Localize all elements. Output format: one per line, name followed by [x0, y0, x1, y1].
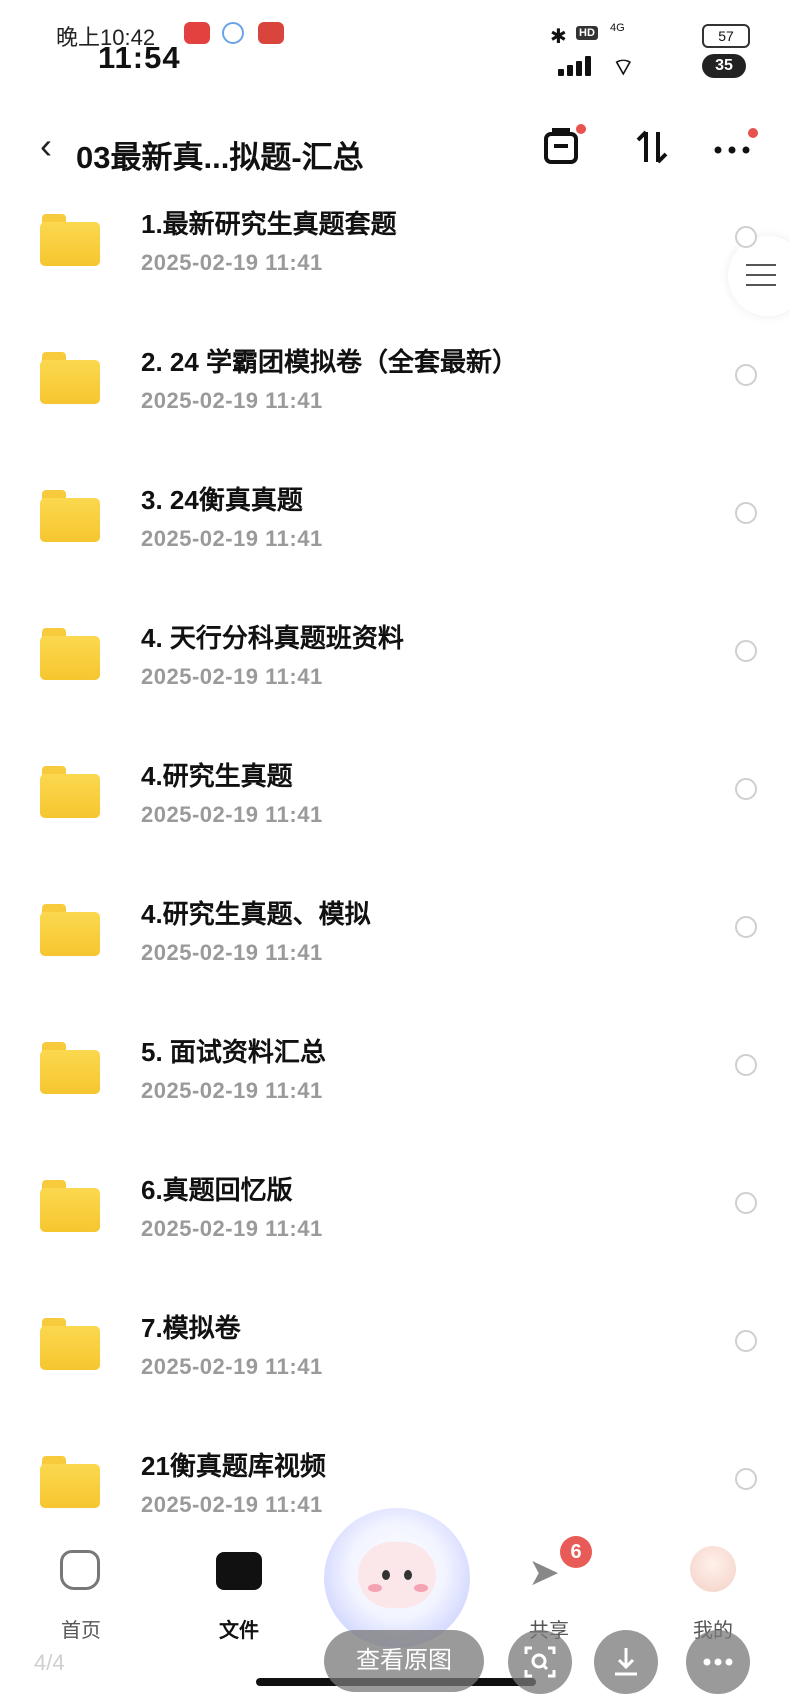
select-checkbox[interactable] [735, 916, 757, 938]
status-bar: 晚上10:42 11:54 ✱ HD 4G 57 ⌔ 35 [0, 0, 790, 81]
file-name: 4.研究生真题、模拟 [141, 899, 371, 929]
transfer-list-icon[interactable] [540, 124, 586, 170]
folder-icon [40, 1318, 100, 1370]
assistant-mascot-button[interactable] [324, 1508, 470, 1648]
mascot-face [358, 1542, 436, 1608]
folder-icon [40, 1042, 100, 1094]
list-item[interactable]: 4.研究生真题 2025-02-19 11:41 [0, 742, 790, 880]
file-date: 2025-02-19 11:41 [141, 1354, 323, 1379]
file-name: 6.真题回忆版 [141, 1175, 293, 1205]
more-notification-dot [748, 128, 758, 138]
nav-home-label: 首页 [61, 1620, 101, 1642]
file-name: 4.研究生真题 [141, 761, 293, 791]
folder-icon [40, 214, 100, 266]
avatar [690, 1546, 736, 1592]
download-button[interactable] [594, 1630, 658, 1694]
select-checkbox[interactable] [735, 364, 757, 386]
file-date: 2025-02-19 11:41 [141, 1492, 323, 1517]
page-indicator: 4/4 [34, 1650, 65, 1675]
list-item[interactable]: 2. 24 学霸团模拟卷（全套最新） 2025-02-19 11:41 [0, 328, 790, 466]
sort-icon[interactable] [630, 124, 676, 170]
app-red-icon [258, 22, 284, 44]
download-icon [615, 1648, 637, 1676]
file-date: 2025-02-19 11:41 [141, 664, 323, 689]
nav-files-label: 文件 [219, 1620, 259, 1642]
scan-search-icon [524, 1646, 556, 1678]
scan-search-button[interactable] [508, 1630, 572, 1694]
battery-pill: 35 [702, 54, 746, 78]
more-dots-icon [703, 1658, 733, 1666]
select-checkbox[interactable] [735, 1330, 757, 1352]
network-label: 4G [610, 22, 625, 34]
select-checkbox[interactable] [735, 1192, 757, 1214]
status-indicators: ✱ HD 4G 57 ⌔ 35 [550, 22, 750, 81]
file-date: 2025-02-19 11:41 [141, 1216, 323, 1241]
wifi-icon: ⌔ [612, 54, 635, 81]
select-checkbox[interactable] [735, 1468, 757, 1490]
signal-icon [558, 56, 596, 76]
list-item[interactable]: 4.研究生真题、模拟 2025-02-19 11:41 [0, 880, 790, 1018]
file-date: 2025-02-19 11:41 [141, 526, 323, 551]
app-notification-icon [184, 22, 210, 44]
file-date: 2025-02-19 11:41 [141, 1078, 323, 1103]
folder-icon [40, 490, 100, 542]
file-name: 7.模拟卷 [141, 1313, 241, 1343]
list-item[interactable]: 7.模拟卷 2025-02-19 11:41 [0, 1294, 790, 1432]
select-checkbox[interactable] [735, 1054, 757, 1076]
file-name: 5. 面试资料汇总 [141, 1037, 326, 1067]
view-original-button[interactable]: 查看原图 [324, 1630, 484, 1692]
file-name: 2. 24 学霸团模拟卷（全套最新） [141, 347, 519, 377]
cloud-app-icon [222, 22, 244, 44]
folder-icon [40, 352, 100, 404]
share-badge: 6 [560, 1536, 592, 1568]
list-item[interactable]: 1.最新研究生真题套题 2025-02-19 11:41 [0, 190, 790, 328]
select-checkbox[interactable] [735, 778, 757, 800]
file-name: 4. 天行分科真题班资料 [141, 623, 404, 653]
list-item[interactable]: 6.真题回忆版 2025-02-19 11:41 [0, 1156, 790, 1294]
file-name: 1.最新研究生真题套题 [141, 209, 397, 239]
battery-level: 57 [718, 28, 734, 44]
home-icon [60, 1550, 100, 1590]
file-name: 21衡真题库视频 [141, 1451, 326, 1481]
header: ‹ 03最新真...拟题-汇总 [0, 110, 790, 190]
list-item[interactable]: 5. 面试资料汇总 2025-02-19 11:41 [0, 1018, 790, 1156]
file-date: 2025-02-19 11:41 [141, 940, 323, 965]
hd-badge: HD [576, 26, 598, 40]
folder-icon [40, 1456, 100, 1508]
share-icon: ➤ [528, 1552, 560, 1594]
select-checkbox[interactable] [735, 502, 757, 524]
folder-icon [40, 904, 100, 956]
file-date: 2025-02-19 11:41 [141, 802, 323, 827]
folder-icon [40, 766, 100, 818]
more-icon[interactable] [710, 124, 758, 170]
list-item[interactable]: 3. 24衡真真题 2025-02-19 11:41 [0, 466, 790, 604]
folder-icon [40, 1180, 100, 1232]
file-date: 2025-02-19 11:41 [141, 250, 323, 275]
files-icon [216, 1552, 262, 1590]
status-time-large: 11:54 [98, 40, 181, 75]
file-date: 2025-02-19 11:41 [141, 388, 323, 413]
page-title: 03最新真...拟题-汇总 [76, 140, 364, 175]
back-button[interactable]: ‹ [40, 126, 52, 166]
file-name: 3. 24衡真真题 [141, 485, 303, 515]
bluetooth-icon: ✱ [550, 26, 567, 48]
list-item[interactable]: 4. 天行分科真题班资料 2025-02-19 11:41 [0, 604, 790, 742]
folder-icon [40, 628, 100, 680]
select-checkbox[interactable] [735, 226, 757, 248]
select-checkbox[interactable] [735, 640, 757, 662]
notification-dot [576, 124, 586, 134]
overlay-more-button[interactable] [686, 1630, 750, 1694]
battery-icon: 57 [702, 24, 750, 48]
